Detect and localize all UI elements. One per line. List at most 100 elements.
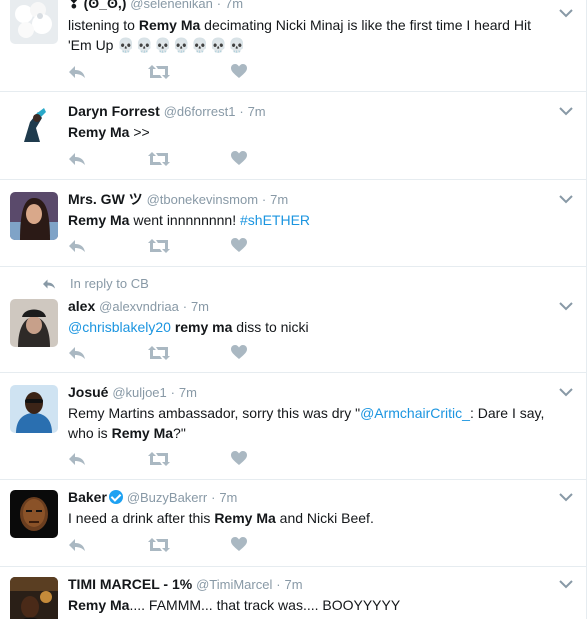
search-highlight: Remy Ma [138, 17, 201, 33]
reply-icon[interactable] [68, 451, 86, 469]
like-icon[interactable] [231, 451, 247, 469]
tweet-header: ❢ (ʘ_ʘ,) @selenenikan · 7m [68, 0, 557, 13]
separator: · [182, 299, 188, 314]
mention-link[interactable]: @chrisblakely20 [68, 319, 171, 335]
avatar[interactable] [10, 299, 58, 347]
caret-down-icon[interactable] [559, 8, 573, 18]
reply-icon[interactable] [68, 238, 86, 256]
hashtag-link[interactable]: #shETHER [240, 212, 310, 228]
retweet-icon[interactable] [148, 151, 170, 169]
reply-icon [43, 279, 55, 289]
text-segment: >> [129, 124, 150, 140]
reply-icon[interactable] [68, 345, 86, 363]
text-segment: ?" [173, 425, 186, 441]
text-segment: went innnnnnnn! [129, 212, 240, 228]
avatar[interactable] [10, 192, 58, 240]
separator: · [261, 192, 267, 207]
mention-link[interactable]: @ArmchairCritic_ [360, 405, 470, 421]
timestamp[interactable]: 7m [219, 490, 237, 505]
like-icon[interactable] [231, 345, 247, 363]
username[interactable]: @kuljoe1 [112, 385, 166, 400]
fullname[interactable]: alex [68, 298, 95, 314]
skull-emoji: 💀💀💀💀💀💀💀 [117, 37, 247, 53]
fullname[interactable]: TIMI MARCEL - 1% [68, 576, 192, 592]
verified-icon [108, 490, 123, 504]
tweet-header: Mrs. GW ツ @tbonekevinsmom · 7m [68, 190, 557, 209]
tweet-text: I need a drink after this Remy Ma and Ni… [68, 508, 557, 528]
caret-down-icon[interactable] [559, 301, 573, 311]
timestamp[interactable]: 7m [225, 0, 243, 11]
avatar[interactable] [10, 385, 58, 433]
tweet-header: Baker @BuzyBakerr · 7m [68, 488, 557, 507]
reply-icon[interactable] [68, 151, 86, 169]
tweet[interactable]: In reply to CB alex @alexvndriaa · 7m @c… [0, 267, 586, 373]
tweet-header: Josué @kuljoe1 · 7m [68, 383, 557, 402]
retweet-icon[interactable] [148, 345, 170, 363]
retweet-icon[interactable] [148, 537, 170, 555]
tweet[interactable]: Baker @BuzyBakerr · 7m I need a drink af… [0, 480, 586, 567]
caret-down-icon[interactable] [559, 492, 573, 502]
username[interactable]: @BuzyBakerr [127, 490, 207, 505]
like-icon[interactable] [231, 238, 247, 256]
avatar[interactable] [10, 0, 58, 44]
retweet-icon[interactable] [148, 238, 170, 256]
avatar[interactable] [10, 102, 58, 150]
reply-context[interactable]: In reply to CB [42, 276, 149, 292]
like-icon[interactable] [231, 64, 247, 82]
timestamp[interactable]: 7m [285, 577, 303, 592]
fullname[interactable]: Baker [68, 489, 107, 505]
like-icon[interactable] [231, 151, 247, 169]
tweet-text: @chrisblakely20 remy ma diss to nicki [68, 317, 557, 337]
search-highlight: Remy Ma [68, 124, 130, 140]
tweet[interactable]: Daryn Forrest @d6forrest1 · 7m Remy Ma >… [0, 92, 586, 180]
search-highlight: Remy Ma [214, 510, 276, 526]
avatar[interactable] [10, 490, 58, 538]
search-highlight: remy ma [174, 319, 233, 335]
separator: · [276, 577, 281, 592]
timestamp[interactable]: 7m [270, 192, 288, 207]
username[interactable]: @alexvndriaa [99, 299, 179, 314]
text-segment: diss to nicki [232, 319, 309, 335]
username[interactable]: @selenenikan [130, 0, 213, 11]
text-segment: .... FAMMM... that track was.... BOOYYYY… [129, 597, 401, 613]
reply-icon[interactable] [68, 64, 86, 82]
username[interactable]: @tbonekevinsmom [147, 192, 258, 207]
tweet-text: Remy Ma.... FAMMM... that track was.... … [68, 595, 557, 615]
fullname[interactable]: Mrs. GW ツ [68, 191, 143, 207]
timestamp[interactable]: 7m [248, 104, 266, 119]
tweet[interactable]: Josué @kuljoe1 · 7m Remy Martins ambassa… [0, 373, 586, 480]
tweet-header: Daryn Forrest @d6forrest1 · 7m [68, 102, 557, 121]
timestamp[interactable]: 7m [191, 299, 209, 314]
tweet-text: listening to Remy Ma decimating Nicki Mi… [68, 15, 557, 55]
text-segment: I need a drink after this [68, 510, 215, 526]
username[interactable]: @d6forrest1 [164, 104, 236, 119]
caret-down-icon[interactable] [559, 579, 573, 589]
tweet[interactable]: TIMI MARCEL - 1% @TimiMarcel · 7m Remy M… [0, 567, 586, 619]
tweet-header: alex @alexvndriaa · 7m [68, 297, 557, 316]
separator: · [239, 104, 244, 119]
tweet-text: Remy Martins ambassador, sorry this was … [68, 403, 557, 443]
fullname[interactable]: ❢ (ʘ_ʘ,) [68, 0, 126, 11]
timestamp[interactable]: 7m [179, 385, 197, 400]
avatar[interactable] [10, 577, 58, 619]
search-highlight: Remy Ma [111, 425, 174, 441]
retweet-icon[interactable] [148, 451, 170, 469]
reply-icon[interactable] [68, 537, 86, 555]
search-highlight: Remy Ma [68, 597, 130, 613]
separator: · [216, 0, 222, 11]
fullname[interactable]: Daryn Forrest [68, 103, 160, 119]
reply-context-label: In reply to CB [70, 276, 149, 291]
separator: · [170, 385, 175, 400]
caret-down-icon[interactable] [559, 387, 573, 397]
fullname[interactable]: Josué [68, 384, 108, 400]
retweet-icon[interactable] [148, 64, 170, 82]
tweet[interactable]: ❢ (ʘ_ʘ,) @selenenikan · 7m listening to … [0, 0, 586, 92]
caret-down-icon[interactable] [559, 194, 573, 204]
text-segment: Remy Martins ambassador, sorry this was … [68, 405, 361, 421]
caret-down-icon[interactable] [559, 106, 573, 116]
tweet[interactable]: Mrs. GW ツ @tbonekevinsmom · 7m Remy Ma w… [0, 180, 586, 267]
username[interactable]: @TimiMarcel [196, 577, 272, 592]
text-segment: and Nicki Beef. [275, 510, 374, 526]
tweet-stream: ❢ (ʘ_ʘ,) @selenenikan · 7m listening to … [0, 0, 587, 619]
like-icon[interactable] [231, 537, 247, 555]
